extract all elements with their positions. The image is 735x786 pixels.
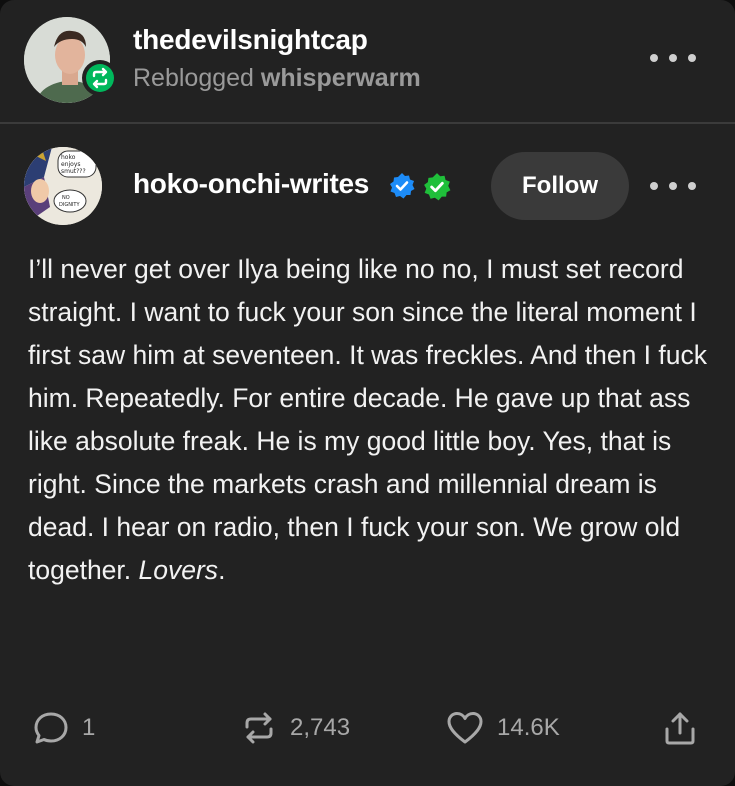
avatar-text-line-2: enjoys xyxy=(61,161,81,168)
post-body-italic: Lovers xyxy=(138,555,219,585)
poster-avatar[interactable]: hoko enjoys smut??? NO DIGNITY xyxy=(24,147,102,225)
post-body-main: I’ll never get over Ilya being like no n… xyxy=(28,254,707,585)
reblogged-prefix: Reblogged xyxy=(133,64,254,92)
reblog-button[interactable]: 2,743 xyxy=(240,706,350,750)
reply-count: 1 xyxy=(82,714,96,741)
avatar-text-line-1: hoko xyxy=(61,154,76,161)
more-icon[interactable] xyxy=(650,44,696,72)
verified-blue-icon xyxy=(388,172,416,200)
poster-name[interactable]: hoko-onchi-writes xyxy=(133,168,369,200)
more-icon[interactable] xyxy=(650,172,696,200)
post-body: I’ll never get over Ilya being like no n… xyxy=(28,248,718,592)
follow-button[interactable]: Follow xyxy=(491,152,629,220)
post-body-end: . xyxy=(218,555,226,585)
reblog-count-icon xyxy=(245,712,273,744)
like-button[interactable]: 14.6K xyxy=(445,706,560,750)
reblog-icon xyxy=(82,60,118,96)
share-button[interactable] xyxy=(662,706,698,750)
verified-green-icon xyxy=(422,172,452,202)
post-card: thedevilsnightcap Reblogged whisperwarm … xyxy=(0,0,735,786)
avatar-text-line-5: DIGNITY xyxy=(59,202,80,208)
divider xyxy=(0,122,735,124)
avatar-text-line-3: smut??? xyxy=(61,168,86,175)
avatar-text-line-4: NO xyxy=(62,195,70,201)
reblog-header: thedevilsnightcap Reblogged whisperwarm xyxy=(0,0,735,122)
like-count: 14.6K xyxy=(497,714,560,741)
reblogger-name[interactable]: thedevilsnightcap xyxy=(133,24,368,56)
reblog-count: 2,743 xyxy=(290,714,351,741)
heart-icon xyxy=(447,712,483,744)
reply-icon xyxy=(34,712,68,744)
reblogged-from-line: Reblogged whisperwarm xyxy=(133,64,421,93)
reblogged-from-link[interactable]: whisperwarm xyxy=(261,64,421,92)
reply-button[interactable]: 1 xyxy=(32,706,95,750)
share-icon xyxy=(665,712,695,745)
